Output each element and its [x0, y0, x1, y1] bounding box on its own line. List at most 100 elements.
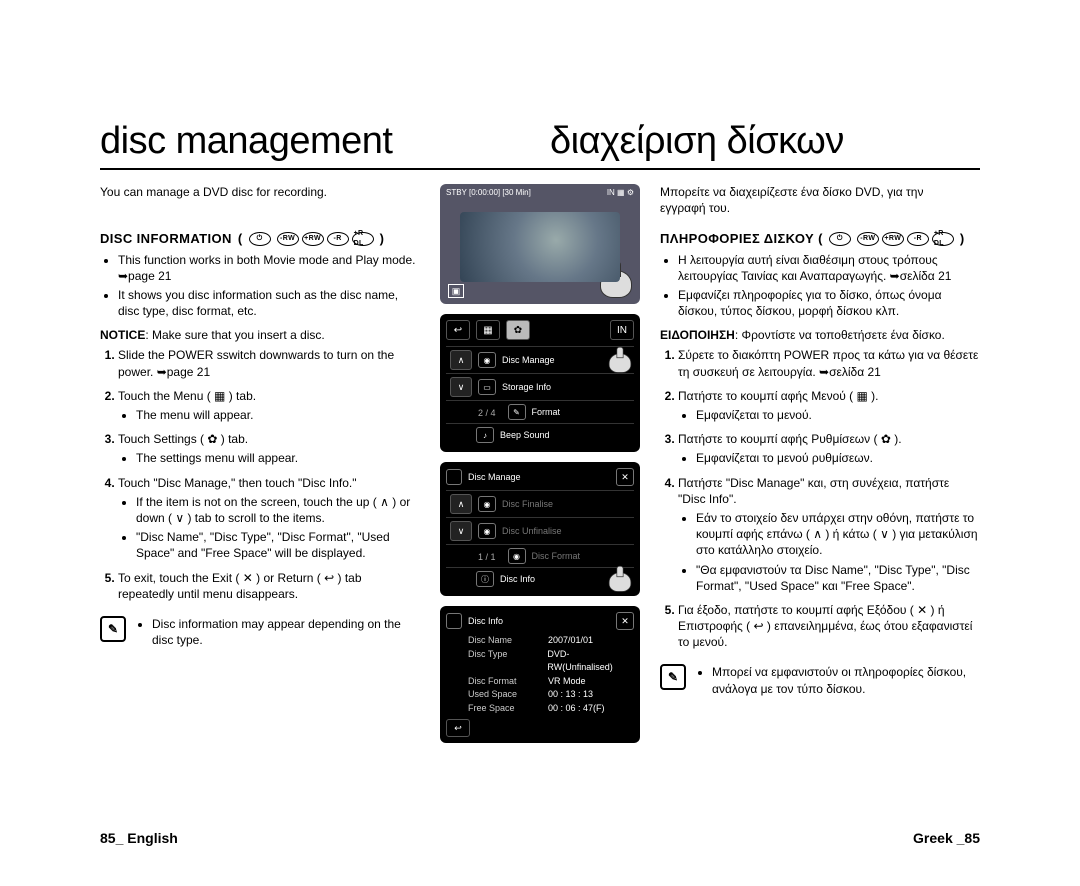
page-counter: 1 / 1	[478, 552, 496, 562]
sub-bullet: Εμφανίζεται το μενού.	[696, 407, 980, 423]
note-icon: ✎	[660, 664, 686, 690]
intro-greek: Μπορείτε να διαχειρίζεστε ένα δίσκο DVD,…	[660, 184, 960, 216]
menu-tab-icon[interactable]: ▦	[476, 320, 500, 340]
menu-item[interactable]: Disc Manage	[502, 355, 555, 365]
section-head-greek: ΠΛΗΡΟΦΟΡΙΕΣ ΔΙΣΚΟΥ ( ⏻ -RW +RW -R +R DL …	[660, 230, 980, 248]
step: Touch Settings ( ✿ ) tab. The settings m…	[118, 431, 420, 466]
info-key: Disc Name	[468, 634, 538, 648]
step: Πατήστε το κουμπί αφής Μενού ( ▦ ). Εμφα…	[678, 388, 980, 423]
disc-format-icon: ◉	[508, 548, 526, 564]
finger-icon	[609, 572, 631, 592]
footer-greek: Greek _85	[913, 830, 980, 846]
sub-bullet: Εάν το στοιχείο δεν υπάρχει στην οθόνη, …	[696, 510, 980, 559]
in-indicator-icon: IN	[610, 320, 634, 340]
sub-bullet: If the item is not on the screen, touch …	[136, 494, 420, 526]
menu-item[interactable]: Disc Unfinalise	[502, 526, 630, 536]
up-arrow-button[interactable]: ∧	[450, 494, 472, 514]
screenshot-settings-menu: ↩ ▦ ✿ IN ∧ ◉ Disc Manage ∨ ▭ Storage Info 2 …	[440, 314, 640, 452]
disc-unfinalise-icon: ◉	[478, 523, 496, 539]
info-value: 2007/01/01	[548, 634, 593, 648]
screenshot-record-mode: STBY [0:00:00] [30 Min] IN ▦ ⚙ ▣	[440, 184, 640, 304]
sub-bullet: "Disc Name", "Disc Type", "Disc Format",…	[136, 529, 420, 561]
info-key: Disc Format	[468, 675, 538, 689]
footer-english: 85_ English	[100, 830, 178, 846]
screenshot-disc-info: Disc Info ✕ Disc Name 2007/01/01 Disc Typ…	[440, 606, 640, 743]
disc-type-icon: +RW	[882, 232, 904, 246]
sub-bullet: Εμφανίζεται το μενού ρυθμίσεων.	[696, 450, 980, 466]
bullet: This function works in both Movie mode a…	[118, 252, 420, 284]
disc-type-icon: +RW	[302, 232, 324, 246]
intro-english: You can manage a DVD disc for recording.	[100, 184, 400, 200]
disc-finalise-icon: ◉	[478, 496, 496, 512]
format-icon: ✎	[508, 404, 526, 420]
finger-icon	[609, 353, 631, 373]
disc-info-icon: ⓘ	[476, 571, 494, 587]
info-key: Used Space	[468, 688, 538, 702]
up-arrow-button[interactable]: ∧	[450, 350, 472, 370]
page-counter: 2 / 4	[478, 408, 496, 418]
info-key: Disc Type	[468, 648, 537, 675]
notice-english: NOTICE: NOTICE: Make sure that you inser…	[100, 327, 420, 343]
storage-info-icon: ▭	[478, 379, 496, 395]
menu-item[interactable]: Format	[532, 407, 630, 417]
disc-type-icon: +R DL	[932, 232, 954, 246]
settings-icon	[446, 469, 462, 485]
disc-icon: ⏻	[249, 232, 271, 246]
sub-bullet: The settings menu will appear.	[136, 450, 420, 466]
disc-type-icon: -RW	[857, 232, 879, 246]
note-icon: ✎	[100, 616, 126, 642]
column-english: DISC INFORMATION (⏻ -RW +RW -R +R DL ) T…	[100, 230, 420, 651]
bullet: It shows you disc information such as th…	[118, 287, 420, 319]
menu-item[interactable]: Disc Format	[532, 551, 630, 561]
menu-title: Disc Info	[468, 616, 503, 626]
menu-item[interactable]: Storage Info	[502, 382, 630, 392]
info-value: DVD-RW(Unfinalised)	[547, 648, 634, 675]
bullet: Η λειτουργία αυτή είναι διαθέσιμη στους …	[678, 252, 980, 284]
down-arrow-button[interactable]: ∨	[450, 521, 472, 541]
disc-type-icon: -R	[327, 232, 349, 246]
note-text: Μπορεί να εμφανιστούν οι πληροφορίες δίσ…	[712, 664, 980, 696]
disc-icon: ⏻	[829, 232, 851, 246]
column-greek: ΠΛΗΡΟΦΟΡΙΕΣ ΔΙΣΚΟΥ ( ⏻ -RW +RW -R +R DL …	[660, 230, 980, 700]
horizontal-rule	[100, 168, 980, 170]
info-value: VR Mode	[548, 675, 586, 689]
screenshot-disc-manage: Disc Manage ✕ ∧ ◉ Disc Finalise ∨ ◉ Disc Unf…	[440, 462, 640, 596]
title-english: disc management	[100, 120, 396, 169]
menu-title: Disc Manage	[468, 472, 521, 482]
disc-type-icon: +R DL	[352, 232, 374, 246]
step: Touch the Menu ( ▦ ) tab. The menu will …	[118, 388, 420, 423]
rec-status: STBY [0:00:00] [30 Min]	[446, 188, 531, 197]
step: Πατήστε το κουμπί αφής Ρυθμίσεων ( ✿ ). …	[678, 431, 980, 466]
disc-manage-icon: ◉	[478, 352, 496, 368]
finger-icon	[600, 270, 632, 298]
disc-type-icon: -RW	[277, 232, 299, 246]
info-key: Free Space	[468, 702, 538, 716]
rec-tags: IN ▦ ⚙	[607, 188, 634, 197]
info-value: 00 : 13 : 13	[548, 688, 593, 702]
section-title-english: DISC INFORMATION	[100, 230, 232, 248]
disc-info-table: Disc Name 2007/01/01 Disc Type DVD-RW(Unfi…	[468, 634, 634, 715]
sub-bullet: The menu will appear.	[136, 407, 420, 423]
menu-item[interactable]: Disc Info	[500, 574, 535, 584]
menu-item[interactable]: Beep Sound	[500, 430, 630, 440]
close-button[interactable]: ✕	[616, 612, 634, 630]
menu-item[interactable]: Disc Finalise	[502, 499, 630, 509]
step: Slide the POWER sswitch downwards to tur…	[118, 347, 420, 379]
play-tab-icon[interactable]: ▣	[448, 284, 464, 298]
note-english: ✎ Disc information may appear depending …	[100, 616, 420, 651]
screenshot-column: STBY [0:00:00] [30 Min] IN ▦ ⚙ ▣ ↩ ▦ ✿ I…	[440, 184, 640, 753]
disc-type-icon: -R	[907, 232, 929, 246]
close-button[interactable]: ✕	[616, 468, 634, 486]
beep-sound-icon: ♪	[476, 427, 494, 443]
section-head-english: DISC INFORMATION (⏻ -RW +RW -R +R DL )	[100, 230, 420, 248]
note-greek: ✎ Μπορεί να εμφανιστούν οι πληροφορίες δ…	[660, 664, 980, 699]
back-tab-icon[interactable]: ↩	[446, 320, 470, 340]
section-title-greek: ΠΛΗΡΟΦΟΡΙΕΣ ΔΙΣΚΟΥ (	[660, 230, 823, 248]
settings-tab-icon[interactable]: ✿	[506, 320, 530, 340]
return-button[interactable]: ↩	[446, 719, 470, 737]
down-arrow-button[interactable]: ∨	[450, 377, 472, 397]
step: To exit, touch the Exit ( ✕ ) or Return …	[118, 570, 420, 602]
step: Σύρετε το διακόπτη POWER προς τα κάτω γι…	[678, 347, 980, 379]
notice-greek: ΕΙΔΟΠΟΙΗΣΗ: Φροντίστε να τοποθετήσετε έν…	[660, 327, 980, 343]
settings-icon	[446, 613, 462, 629]
